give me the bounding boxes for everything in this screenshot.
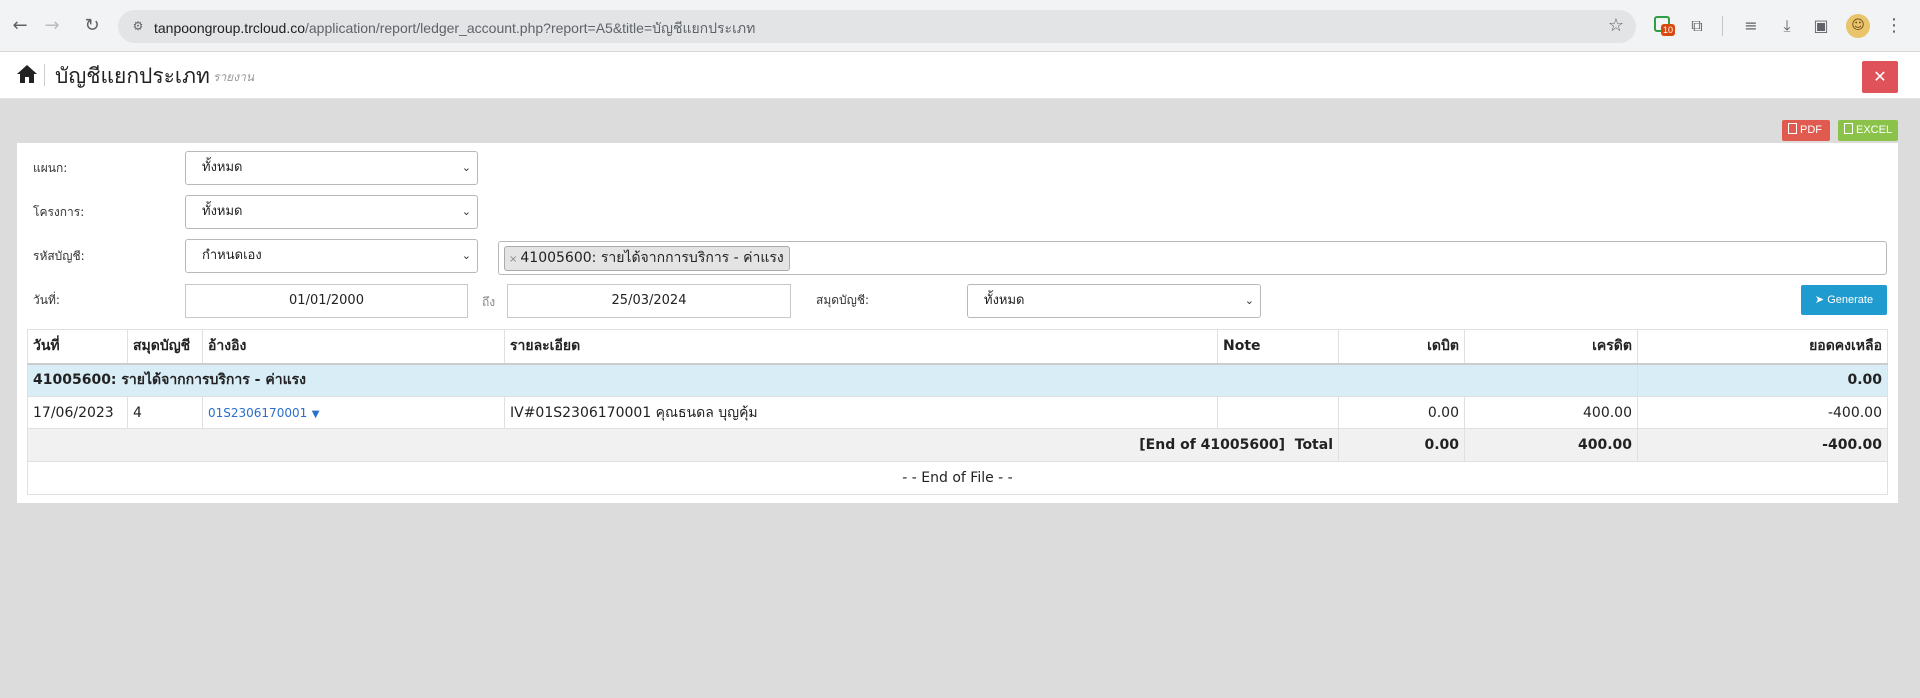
forward-arrow-icon[interactable]: →: [40, 14, 64, 38]
generate-label: Generate: [1827, 294, 1874, 306]
department-label: แผนก:: [33, 161, 68, 175]
profile-avatar[interactable]: ☺: [1846, 14, 1870, 38]
url-path: /application/report/ledger_account.php?r…: [305, 20, 756, 36]
table-header-row: วันที่ สมุดบัญชี อ้างอิง รายละเอียด Note…: [27, 329, 1888, 365]
report-panel: แผนก: ทั้งหมด ⌄ โครงการ: ทั้งหมด ⌄ รหัสบ…: [17, 143, 1898, 503]
row-date: 17/06/2023: [27, 396, 128, 429]
download-icon[interactable]: ⤓: [1776, 14, 1798, 38]
account-tag-input[interactable]: × 41005600: รายได้จากการบริการ - ค่าแรง: [498, 241, 1887, 275]
excel-file-icon: [1844, 123, 1853, 134]
toolbar-divider: [1722, 16, 1723, 36]
row-balance: -400.00: [1637, 396, 1888, 429]
account-mode-select[interactable]: กำหนดเอง ⌄: [185, 239, 478, 273]
chevron-down-icon: ⌄: [461, 161, 471, 174]
address-bar[interactable]: ⚙ tanpoongroup.trcloud.co/application/re…: [118, 10, 1636, 43]
end-of-file-row: - - End of File - -: [27, 461, 1888, 495]
url-text[interactable]: tanpoongroup.trcloud.co/application/repo…: [154, 18, 755, 40]
generate-button[interactable]: ➤ Generate: [1801, 285, 1887, 315]
pdf-label: PDF: [1800, 124, 1822, 136]
browser-menu-icon[interactable]: ⋮: [1884, 14, 1904, 38]
url-host: tanpoongroup.trcloud.co: [154, 20, 305, 36]
close-button[interactable]: ✕: [1862, 61, 1898, 93]
pdf-export-button[interactable]: PDF: [1782, 120, 1830, 141]
date-from-input[interactable]: 01/01/2000: [185, 284, 468, 318]
extensions-puzzle-icon[interactable]: ⧉: [1686, 14, 1708, 38]
page-title: บัญชีแยกประเภท: [55, 64, 210, 88]
row-detail: IV#01S2306170001 คุณธนดล บุญคุ้ม: [504, 396, 1218, 429]
row-journal: 4: [127, 396, 203, 429]
end-of-file-label: - - End of File - -: [27, 461, 1888, 495]
reload-icon[interactable]: ↻: [80, 14, 104, 38]
media-control-icon[interactable]: ≡: [1740, 14, 1762, 38]
date-to-input[interactable]: 25/03/2024: [507, 284, 791, 318]
home-icon[interactable]: [16, 64, 38, 84]
page-subtitle: รายงาน: [213, 70, 255, 84]
account-tag-label: 41005600: รายได้จากการบริการ - ค่าแรง: [520, 250, 784, 266]
table-row: 17/06/2023 4 01S2306170001 ▼ IV#01S23061…: [27, 396, 1888, 429]
col-header-balance: ยอดคงเหลือ: [1637, 329, 1888, 365]
col-header-note: Note: [1217, 329, 1339, 365]
account-tag[interactable]: × 41005600: รายได้จากการบริการ - ค่าแรง: [504, 246, 790, 271]
department-value: ทั้งหมด: [202, 160, 243, 175]
account-group-row: 41005600: รายได้จากการบริการ - ค่าแรง 0.…: [27, 363, 1888, 397]
row-reference-cell: 01S2306170001 ▼: [202, 396, 505, 429]
project-select[interactable]: ทั้งหมด ⌄: [185, 195, 478, 229]
total-row: [End of 41005600] Total 0.00 400.00 -400…: [27, 428, 1888, 462]
paper-plane-icon: ➤: [1814, 294, 1825, 306]
back-arrow-icon[interactable]: ←: [8, 14, 32, 38]
pdf-file-icon: [1788, 123, 1797, 134]
row-note: [1217, 396, 1339, 429]
col-header-reference: อ้างอิง: [202, 329, 505, 365]
journal-select[interactable]: ทั้งหมด ⌄: [967, 284, 1261, 318]
chevron-down-icon: ⌄: [1244, 294, 1254, 307]
group-balance: 0.00: [1637, 363, 1888, 397]
reference-link[interactable]: 01S2306170001: [208, 406, 307, 420]
total-debit: 0.00: [1338, 428, 1465, 462]
bookmark-star-icon[interactable]: ☆: [1608, 15, 1624, 36]
group-title: 41005600: รายได้จากการบริการ - ค่าแรง: [27, 363, 1638, 397]
extension-badge: 10: [1661, 24, 1676, 36]
col-header-debit: เดบิต: [1338, 329, 1465, 365]
project-label: โครงการ:: [33, 205, 85, 219]
excel-export-button[interactable]: EXCEL: [1838, 120, 1898, 141]
row-credit: 400.00: [1464, 396, 1638, 429]
project-value: ทั้งหมด: [202, 204, 243, 219]
site-info-icon[interactable]: ⚙: [130, 18, 146, 34]
row-debit: 0.00: [1338, 396, 1465, 429]
caret-down-icon[interactable]: ▼: [312, 409, 320, 420]
side-panel-icon[interactable]: ▣: [1810, 14, 1832, 38]
journal-value: ทั้งหมด: [984, 293, 1025, 308]
excel-label: EXCEL: [1856, 124, 1893, 136]
title-divider: [44, 64, 45, 86]
col-header-detail: รายละเอียด: [504, 329, 1218, 365]
col-header-credit: เครดิต: [1464, 329, 1638, 365]
date-label: วันที่:: [33, 293, 60, 307]
account-label: รหัสบัญชี:: [33, 249, 85, 263]
department-select[interactable]: ทั้งหมด ⌄: [185, 151, 478, 185]
chevron-down-icon: ⌄: [461, 205, 471, 218]
app-header: บัญชีแยกประเภท รายงาน ✕: [0, 52, 1920, 99]
tag-remove-icon[interactable]: ×: [509, 254, 517, 265]
chevron-down-icon: ⌄: [461, 249, 471, 262]
total-credit: 400.00: [1464, 428, 1638, 462]
to-label: ถึง: [482, 295, 496, 309]
total-balance: -400.00: [1637, 428, 1888, 462]
account-mode-value: กำหนดเอง: [202, 248, 262, 263]
total-label: [End of 41005600] Total: [27, 428, 1339, 462]
extension-green-icon[interactable]: 10: [1652, 14, 1676, 38]
journal-label: สมุดบัญชี:: [816, 293, 870, 307]
ledger-table: วันที่ สมุดบัญชี อ้างอิง รายละเอียด Note…: [27, 329, 1888, 495]
col-header-journal: สมุดบัญชี: [127, 329, 203, 365]
col-header-date: วันที่: [27, 329, 128, 365]
browser-toolbar: ← → ↻ ⚙ tanpoongroup.trcloud.co/applicat…: [0, 0, 1920, 52]
